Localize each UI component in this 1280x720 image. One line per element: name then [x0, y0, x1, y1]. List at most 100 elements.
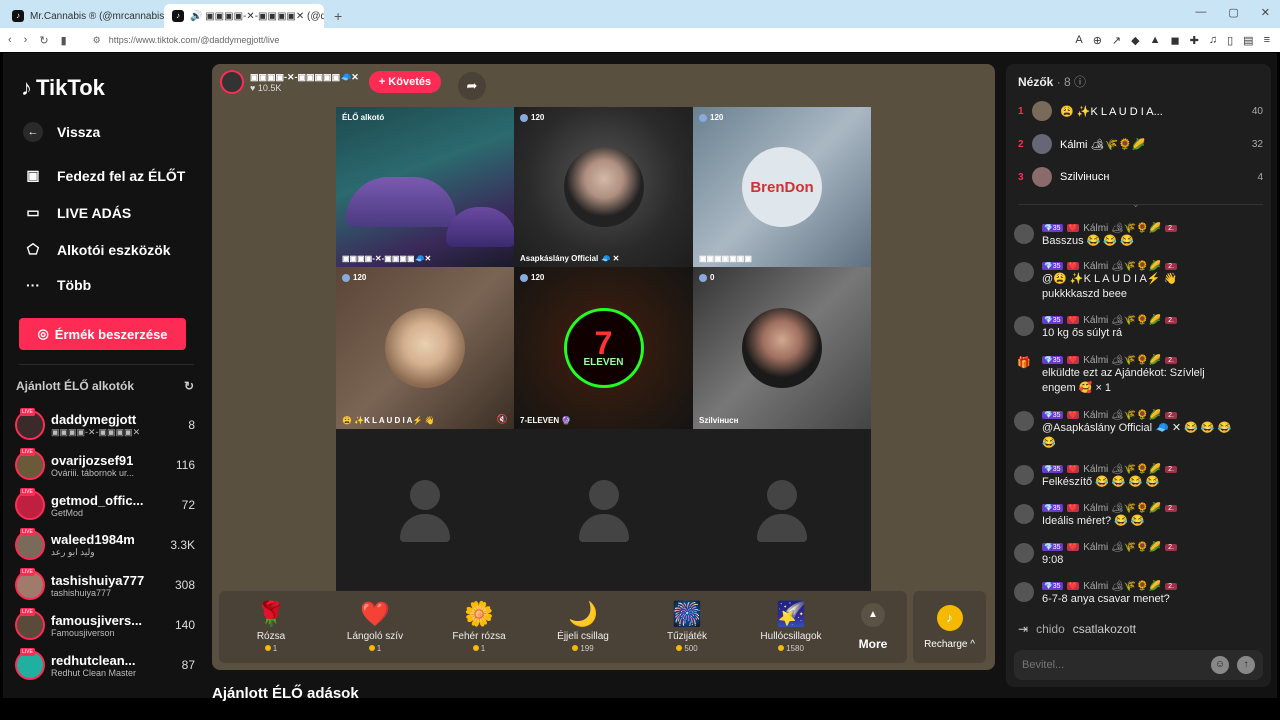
avatar: LIVE [15, 608, 45, 640]
avatar[interactable] [1014, 224, 1034, 244]
empty-seat[interactable] [336, 429, 514, 591]
browser-tab[interactable]: ♪Mr.Cannabis ® (@mrcannabis )✕ [4, 4, 164, 28]
guest-cell[interactable]: 120 7 ELEVEN 7-ELEVEN 🔮 [514, 267, 693, 429]
sidebar-icon[interactable]: ▯ [1227, 34, 1233, 47]
guest-cell[interactable]: 0 Szilviнucн [693, 267, 871, 429]
coin-icon [472, 645, 479, 651]
empty-seat[interactable] [514, 429, 693, 591]
score-badge: 120 [342, 273, 366, 282]
chat-message: 💎35 ❤️ Kálmi 🏕🌾🌻🌽 2. 10 kg ős súlyt rá [1014, 314, 1264, 341]
share-page-icon[interactable]: ↗ [1112, 34, 1121, 47]
host-avatar[interactable] [220, 70, 244, 94]
chevron-up-icon: ▲ [861, 603, 885, 627]
empty-seat[interactable] [693, 429, 871, 591]
guest-cell[interactable]: ÉLŐ alkotó ▣▣▣▣-✕-▣▣▣▣🧢✕ [336, 107, 514, 267]
send-arrow-icon[interactable]: ↑ [1237, 656, 1255, 674]
wallet-icon[interactable]: ▤ [1243, 34, 1253, 47]
close-window-icon[interactable]: ✕ [1261, 6, 1270, 19]
creator-item[interactable]: LIVE redhutclean... Redhut Clean Master 87 [15, 647, 195, 683]
creator-item[interactable]: LIVE daddymegjott ▣▣▣▣-✕-▣▣▣▣✕ 8 [15, 407, 195, 443]
extension-icon[interactable]: ◼ [1171, 34, 1180, 47]
gift-icon: 🎁 [1017, 357, 1031, 369]
forward-arrow-icon[interactable]: › [24, 34, 28, 46]
nav-explore-live[interactable]: ▣ Fedezd fel az ÉLŐT [23, 167, 185, 184]
viewers-title[interactable]: Nézők · 8 ⓘ [1018, 73, 1086, 90]
coin-icon [676, 645, 683, 651]
get-coins-button[interactable]: ◎ Érmék beszerzése [19, 318, 186, 350]
host-name[interactable]: ▣▣▣▣-✕-▣▣▣▣▣🧢✕ [250, 72, 359, 83]
guest-name: Asapkáslány Official 🧢 ✕ [520, 254, 620, 263]
more-gifts-button[interactable]: ▲ More [843, 603, 903, 651]
maximize-icon[interactable]: ▢ [1228, 6, 1238, 19]
gift-item[interactable]: 🌼 Fehér rózsa 1 [427, 601, 531, 653]
share-button[interactable]: ➦ [458, 72, 486, 100]
recharge-button[interactable]: ♪ Recharge ^ [913, 591, 986, 663]
gift-item[interactable]: 🌠 Hullócsillagok 1580 [739, 601, 843, 653]
score-icon [520, 113, 528, 122]
menu-icon[interactable]: ≡ [1264, 34, 1270, 47]
media-icon[interactable]: ♫ [1209, 34, 1217, 47]
avatar[interactable] [1014, 465, 1034, 485]
chat-input[interactable] [1022, 659, 1203, 671]
chat-message: 💎35 ❤️ Kálmi 🏕🌾🌻🌽 2. 6-7-8 anya csavar menet… [1014, 580, 1264, 607]
new-tab-button[interactable]: + [334, 8, 342, 24]
guest-cell[interactable]: 120 😩 ✨K L A U D I A⚡ 👋 🔇 [336, 267, 514, 429]
tiktok-note-icon: ♪ [21, 75, 32, 100]
avatar[interactable] [1014, 262, 1034, 282]
creator-item[interactable]: LIVE famousjivers... Famousjiverson 140 [15, 607, 195, 643]
avatar[interactable] [1014, 543, 1034, 563]
extensions-toolbar: A ⊕ ↗ ◆ ▲ ◼ ✚ ♫ ▯ ▤ ≡ [1075, 34, 1280, 47]
refresh-icon[interactable]: ↻ [184, 379, 194, 393]
gift-item[interactable]: 🌹 Rózsa 1 [219, 601, 323, 653]
mic-muted-icon: 🔇 [496, 414, 508, 424]
puzzle-icon[interactable]: ✚ [1190, 34, 1199, 47]
creator-item[interactable]: LIVE ovarijozsef91 Ováriii. tábornok ur...… [15, 447, 195, 483]
live-badge: LIVE [20, 528, 35, 536]
left-sidebar: ♪ TikTok ← Vissza ▣ Fedezd fel az ÉLŐT ▭ LIV… [3, 53, 203, 698]
shield-icon[interactable]: ◆ [1131, 34, 1139, 47]
chevron-down-icon[interactable]: ⌄ [1132, 199, 1140, 210]
nav-more[interactable]: ··· Több [23, 277, 91, 293]
nav-go-live[interactable]: ▭ LIVE ADÁS [23, 204, 131, 221]
translate-icon[interactable]: A [1075, 34, 1082, 47]
zoom-icon[interactable]: ⊕ [1093, 34, 1102, 47]
creator-item[interactable]: LIVE getmod_offic... GetMod 72 [15, 487, 195, 523]
chat-panel: Nézők · 8 ⓘ 1 😩 ✨K L A U D I A... 40 2 Kálm… [1006, 64, 1271, 687]
chat-message: 💎35 ❤️ Kálmi 🏕🌾🌻🌽 2. Felkészítő 😂 😂 😂 😂 [1014, 463, 1264, 490]
gift-item[interactable]: ❤️ Lángoló szív 1 [323, 601, 427, 653]
follow-button[interactable]: + Követés [368, 71, 442, 93]
info-icon[interactable]: ⓘ [1074, 75, 1086, 89]
back-button[interactable]: ← Vissza [23, 122, 100, 142]
back-arrow-icon[interactable]: ‹ [8, 34, 12, 46]
creator-item[interactable]: LIVE tashishuiya777 tashishuiya777 308 [15, 567, 195, 603]
guest-cell[interactable]: 120 BrenDon ▣▣▣▣▣▣▣ [693, 107, 871, 267]
tiktok-logo[interactable]: ♪ TikTok [21, 75, 105, 101]
coin-icon [264, 645, 271, 651]
top-viewer[interactable]: 2 Kálmi 🏕🌾🌻🌽 32 [1018, 134, 1263, 154]
live-badge: LIVE [20, 608, 35, 616]
creator-item[interactable]: LIVE waleed1984m وليد ابو رعد 3.3K [15, 527, 195, 563]
gift-item[interactable]: 🎆 Tűzijáték 500 [635, 601, 739, 653]
url-field[interactable]: ⚙ https://www.tiktok.com/@daddymegjott/li… [93, 35, 853, 46]
minimize-icon[interactable]: — [1195, 6, 1206, 19]
avatar[interactable] [1014, 411, 1034, 431]
avatar[interactable] [1014, 316, 1034, 336]
score-icon [520, 273, 528, 282]
live-badge: LIVE [20, 408, 35, 416]
divider [19, 364, 194, 365]
browser-tab-active[interactable]: ♪🔊 ▣▣▣▣-✕-▣▣▣▣✕ (@da✕ [164, 4, 324, 28]
extension-icon[interactable]: ▲ [1150, 34, 1161, 47]
bookmark-icon[interactable]: ▮ [61, 34, 67, 47]
top-viewer[interactable]: 1 😩 ✨K L A U D I A... 40 [1018, 101, 1263, 121]
site-info-icon[interactable]: ⚙ [93, 35, 101, 46]
tiktok-favicon-icon: ♪ [172, 10, 184, 22]
emoji-icon[interactable]: ☺ [1211, 656, 1229, 674]
top-viewer[interactable]: 3 Szilviнucн 4 [1018, 167, 1263, 187]
guest-cell[interactable]: 120 Asapkáslány Official 🧢 ✕ [514, 107, 693, 267]
reload-icon[interactable]: ↻ [39, 34, 48, 47]
score-icon [699, 273, 707, 282]
avatar[interactable] [1014, 582, 1034, 602]
nav-creator-tools[interactable]: ⬠ Alkotói eszközök [23, 241, 171, 258]
gift-item[interactable]: 🌙 Éjjeli csillag 199 [531, 601, 635, 653]
avatar[interactable] [1014, 504, 1034, 524]
